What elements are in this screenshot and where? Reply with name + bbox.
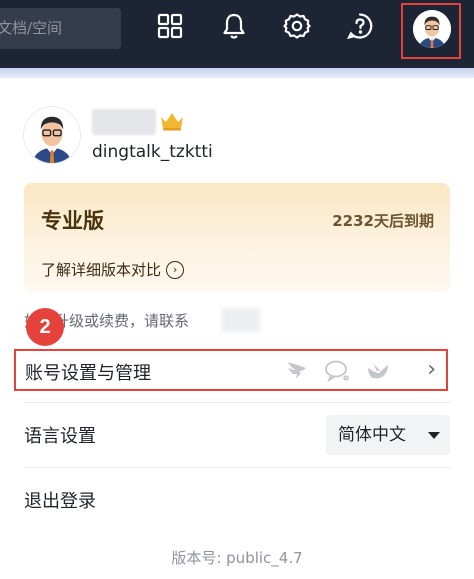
divider: [24, 402, 450, 403]
profile-avatar: [24, 107, 80, 163]
step-2-badge: 2: [26, 308, 64, 346]
help-icon[interactable]: [346, 12, 374, 40]
chevron-right-icon: ›: [427, 357, 436, 382]
grid-icon[interactable]: [156, 12, 184, 40]
contact-redacted: [222, 308, 260, 332]
divider: [24, 467, 450, 468]
search-placeholder: 文档/空间: [0, 19, 63, 37]
top-header: 文档/空间: [0, 0, 474, 68]
account-settings-label: 账号设置与管理: [25, 363, 151, 384]
crown-icon: [158, 110, 186, 132]
display-name-redacted: [92, 109, 156, 135]
bell-icon[interactable]: [220, 12, 248, 40]
feishu-icon: [366, 359, 392, 383]
circle-arrow-icon: ›: [166, 260, 185, 279]
account-settings-row[interactable]: 账号设置与管理 ›: [14, 349, 448, 391]
dingtalk-icon: [284, 359, 310, 383]
logout-button[interactable]: 退出登录: [24, 487, 96, 513]
settings-icon[interactable]: [283, 12, 311, 40]
avatar-highlight-frame: [401, 3, 461, 59]
search-input[interactable]: 文档/空间: [0, 8, 121, 49]
language-select[interactable]: 简体中文: [326, 415, 450, 455]
avatar[interactable]: [413, 10, 451, 48]
caret-down-icon: [428, 432, 440, 439]
wechat-icon: [324, 359, 350, 383]
compare-versions-link[interactable]: 了解详细版本对比 ›: [41, 259, 185, 280]
compare-link-label: 了解详细版本对比: [41, 261, 162, 279]
header-shadow: [0, 68, 474, 78]
plan-expiry: 2232天后到期: [332, 212, 434, 230]
pro-plan-card: 专业版 2232天后到期 了解详细版本对比 ›: [24, 183, 450, 292]
language-label: 语言设置: [24, 426, 96, 447]
plan-title: 专业版: [41, 209, 104, 233]
language-selected-value: 简体中文: [338, 425, 406, 445]
username: dingtalk_tzktti: [92, 142, 213, 162]
version-text: 版本号: public_4.7: [171, 549, 303, 567]
